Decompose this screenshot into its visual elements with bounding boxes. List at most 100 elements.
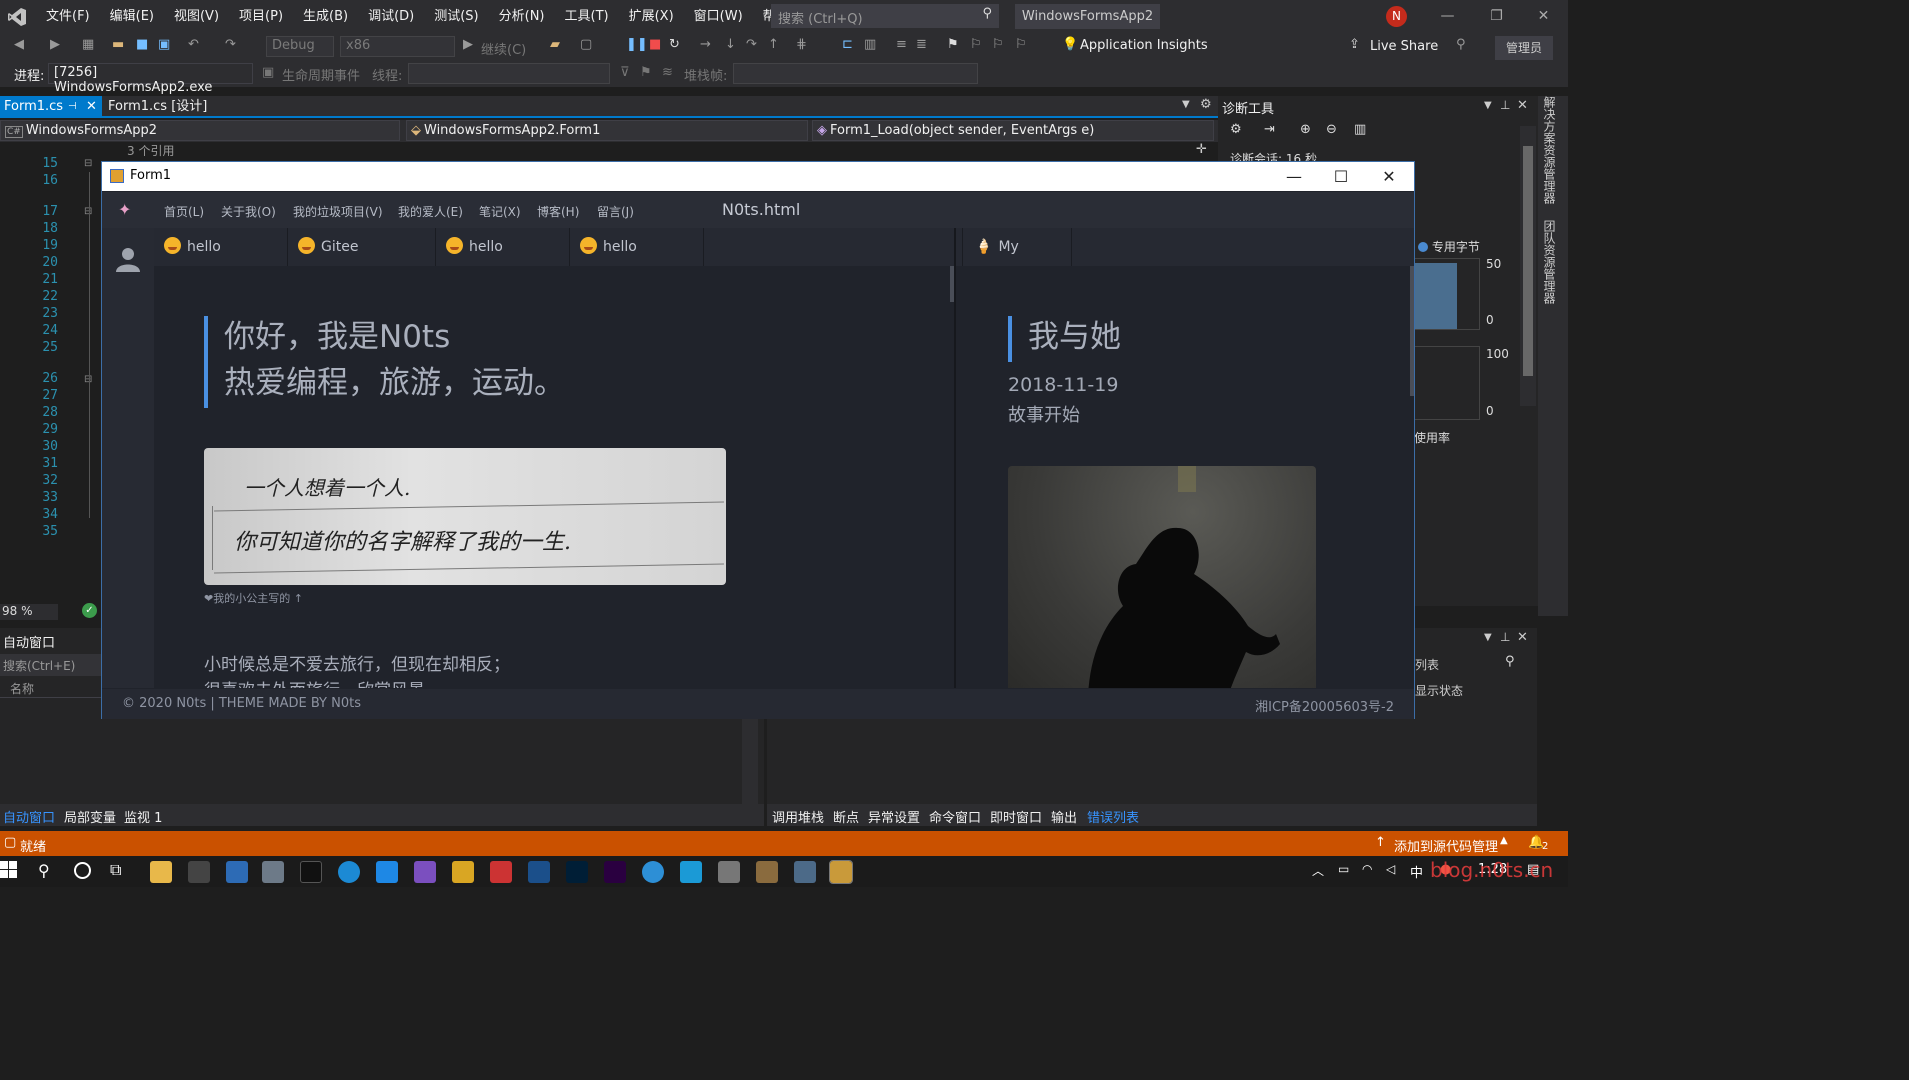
menu-debug[interactable]: 调试(D) <box>358 0 424 33</box>
next-bookmark-icon[interactable]: ⚐ <box>992 37 1004 52</box>
menu-analyze[interactable]: 分析(N) <box>489 0 555 33</box>
volume-icon[interactable]: ◁ <box>1386 862 1395 876</box>
user-avatar-icon[interactable] <box>115 246 141 272</box>
tab-error-list[interactable]: 错误列表 <box>1087 807 1139 826</box>
stackframe-select[interactable] <box>733 63 978 84</box>
nav-about[interactable]: 关于我(O) <box>221 203 276 220</box>
restart-icon[interactable]: ↻ <box>669 37 680 52</box>
file-tab-hello-world-1[interactable]: hello world.md <box>154 228 288 293</box>
nav-blog[interactable]: 博客(H) <box>537 203 579 220</box>
form-minimize-icon[interactable]: — <box>1271 162 1317 191</box>
vs-search-box[interactable]: 搜索 (Ctrl+Q) ⚲ <box>771 4 999 28</box>
menu-tools[interactable]: 工具(T) <box>555 0 619 33</box>
step-into-icon[interactable]: ↓ <box>725 37 736 52</box>
undo-icon[interactable]: ↶ <box>188 37 199 52</box>
uncomment-icon[interactable]: ≣ <box>916 37 927 52</box>
app6-taskbar-icon[interactable] <box>680 861 702 883</box>
live-share-icon[interactable]: ⇪ <box>1349 37 1360 52</box>
menu-project[interactable]: 项目(P) <box>229 0 293 33</box>
feedback-icon[interactable]: ⚲ <box>1456 37 1466 52</box>
tab-breakpoints[interactable]: 断点 <box>833 807 859 826</box>
solution-explorer-tab[interactable]: 解决方案资源管理器 <box>1541 96 1558 204</box>
menu-extensions[interactable]: 扩展(X) <box>619 0 684 33</box>
save-all-icon[interactable]: ▣ <box>158 37 170 52</box>
menu-build[interactable]: 生成(B) <box>293 0 358 33</box>
split-editor-icon[interactable]: ✛ <box>1196 142 1207 157</box>
close-tab-icon[interactable]: ✕ <box>86 96 97 118</box>
step-over-icon[interactable]: ↷ <box>746 37 757 52</box>
file-tab-hello-world-2[interactable]: hello world.md <box>436 228 570 293</box>
columns-icon[interactable]: ▥ <box>864 37 876 52</box>
file-tab-gitee-project[interactable]: Gitee Project.md <box>288 228 436 293</box>
app7-taskbar-icon[interactable] <box>718 861 740 883</box>
nav-lover[interactable]: 我的爱人(E) <box>398 203 463 220</box>
app8-taskbar-icon[interactable] <box>756 861 778 883</box>
zoom-out-icon[interactable]: ⊖ <box>1326 122 1337 137</box>
screenshot-icon[interactable]: ▢ <box>580 37 592 52</box>
tab-command-window[interactable]: 命令窗口 <box>929 807 981 826</box>
panel-close-icon[interactable]: ✕ <box>1517 630 1528 645</box>
footer-icp[interactable]: 湘ICP备20005603号-2 <box>1255 696 1394 715</box>
save-icon[interactable]: ■ <box>136 37 148 52</box>
continue-button[interactable]: 继续(C) <box>481 39 526 58</box>
zoom-level[interactable]: 98 % <box>0 604 58 620</box>
col-name-header[interactable]: 名称 <box>10 680 34 697</box>
panel-pin-icon[interactable]: ⊥ <box>1500 98 1510 112</box>
redo-icon[interactable]: ↷ <box>225 37 236 52</box>
nav-home[interactable]: 首页(L) <box>164 203 204 220</box>
file-tab-hello-world-3[interactable]: hello world.md <box>570 228 704 293</box>
collapse-icon[interactable]: ⊟ <box>84 158 92 169</box>
task-view-icon[interactable]: ⧉ <box>110 860 121 880</box>
form1-taskbar-icon[interactable] <box>829 860 853 884</box>
open-folder-icon[interactable]: ▬ <box>112 37 124 52</box>
diag-scrollbar[interactable] <box>1520 126 1536 406</box>
app-taskbar-icon[interactable] <box>226 861 248 883</box>
premiere-taskbar-icon[interactable] <box>604 861 626 883</box>
tab-form1-designer[interactable]: Form1.cs [设计] <box>104 96 211 118</box>
tab-autos[interactable]: 自动窗口 <box>3 807 55 826</box>
nav-notes[interactable]: 笔记(X) <box>479 203 521 220</box>
tab-list-dropdown-icon[interactable]: ▼ <box>1182 99 1190 110</box>
lifecycle-events-button[interactable]: 生命周期事件 <box>282 65 360 84</box>
battery-icon[interactable]: ▭ <box>1338 862 1349 876</box>
application-insights-button[interactable]: Application Insights <box>1080 38 1208 53</box>
nav-messages[interactable]: 留言(J) <box>597 203 634 220</box>
new-project-icon[interactable]: ▦ <box>82 37 94 52</box>
prev-bookmark-icon[interactable]: ⚐ <box>970 37 982 52</box>
stop-icon[interactable]: ■ <box>649 37 661 52</box>
tab-locals[interactable]: 局部变量 <box>64 807 116 826</box>
add-source-control-button[interactable]: 添加到源代码管理 <box>1394 836 1498 855</box>
tab-exception-settings[interactable]: 异常设置 <box>868 807 920 826</box>
panel-close-icon[interactable]: ✕ <box>1517 98 1528 113</box>
no-issues-check-icon[interactable]: ✓ <box>82 603 97 618</box>
settings-gear-icon[interactable]: ⚙ <box>1200 97 1212 112</box>
menu-test[interactable]: 测试(S) <box>424 0 488 33</box>
thread-select[interactable] <box>408 63 610 84</box>
step-out-icon[interactable]: ↑ <box>768 37 779 52</box>
diag-export-icon[interactable]: ⇥ <box>1264 122 1275 137</box>
reset-view-icon[interactable]: ▥ <box>1354 122 1366 137</box>
tab-immediate-window[interactable]: 即时窗口 <box>990 807 1042 826</box>
cortana-icon[interactable] <box>74 862 91 879</box>
team-explorer-tab[interactable]: 团队资源管理器 <box>1541 220 1558 304</box>
tray-chevron-icon[interactable]: ︿ <box>1312 862 1324 879</box>
right-pane-scrollbar[interactable] <box>1410 266 1414 396</box>
source-control-up-icon[interactable]: ▲ <box>1500 835 1508 846</box>
thread-icon[interactable]: ⊏ <box>842 37 853 52</box>
form1-titlebar[interactable]: Form1 — ☐ ✕ <box>102 162 1414 191</box>
member-nav-select[interactable]: ◈ Form1_Load(object sender, EventArgs e) <box>812 120 1214 141</box>
restore-icon[interactable]: ❐ <box>1474 0 1519 33</box>
menu-file[interactable]: 文件(F) <box>36 0 100 33</box>
pin-icon[interactable]: ⊣ <box>68 96 77 118</box>
start-windows-icon[interactable] <box>0 861 20 881</box>
diag-scroll-thumb[interactable] <box>1523 146 1533 376</box>
close-icon[interactable]: ✕ <box>1521 0 1566 33</box>
tab-form1-cs[interactable]: Form1.cs ⊣ ✕ <box>0 96 102 118</box>
search-icon[interactable]: ⚲ <box>38 861 50 880</box>
diag-settings-icon[interactable]: ⚙ <box>1230 122 1242 137</box>
menu-edit[interactable]: 编辑(E) <box>100 0 164 33</box>
flag-icon[interactable]: ⚑ <box>640 65 652 80</box>
live-share-button[interactable]: Live Share <box>1370 39 1438 54</box>
config-select[interactable]: Debug <box>266 36 334 57</box>
file-explorer-taskbar-icon[interactable] <box>150 861 172 883</box>
